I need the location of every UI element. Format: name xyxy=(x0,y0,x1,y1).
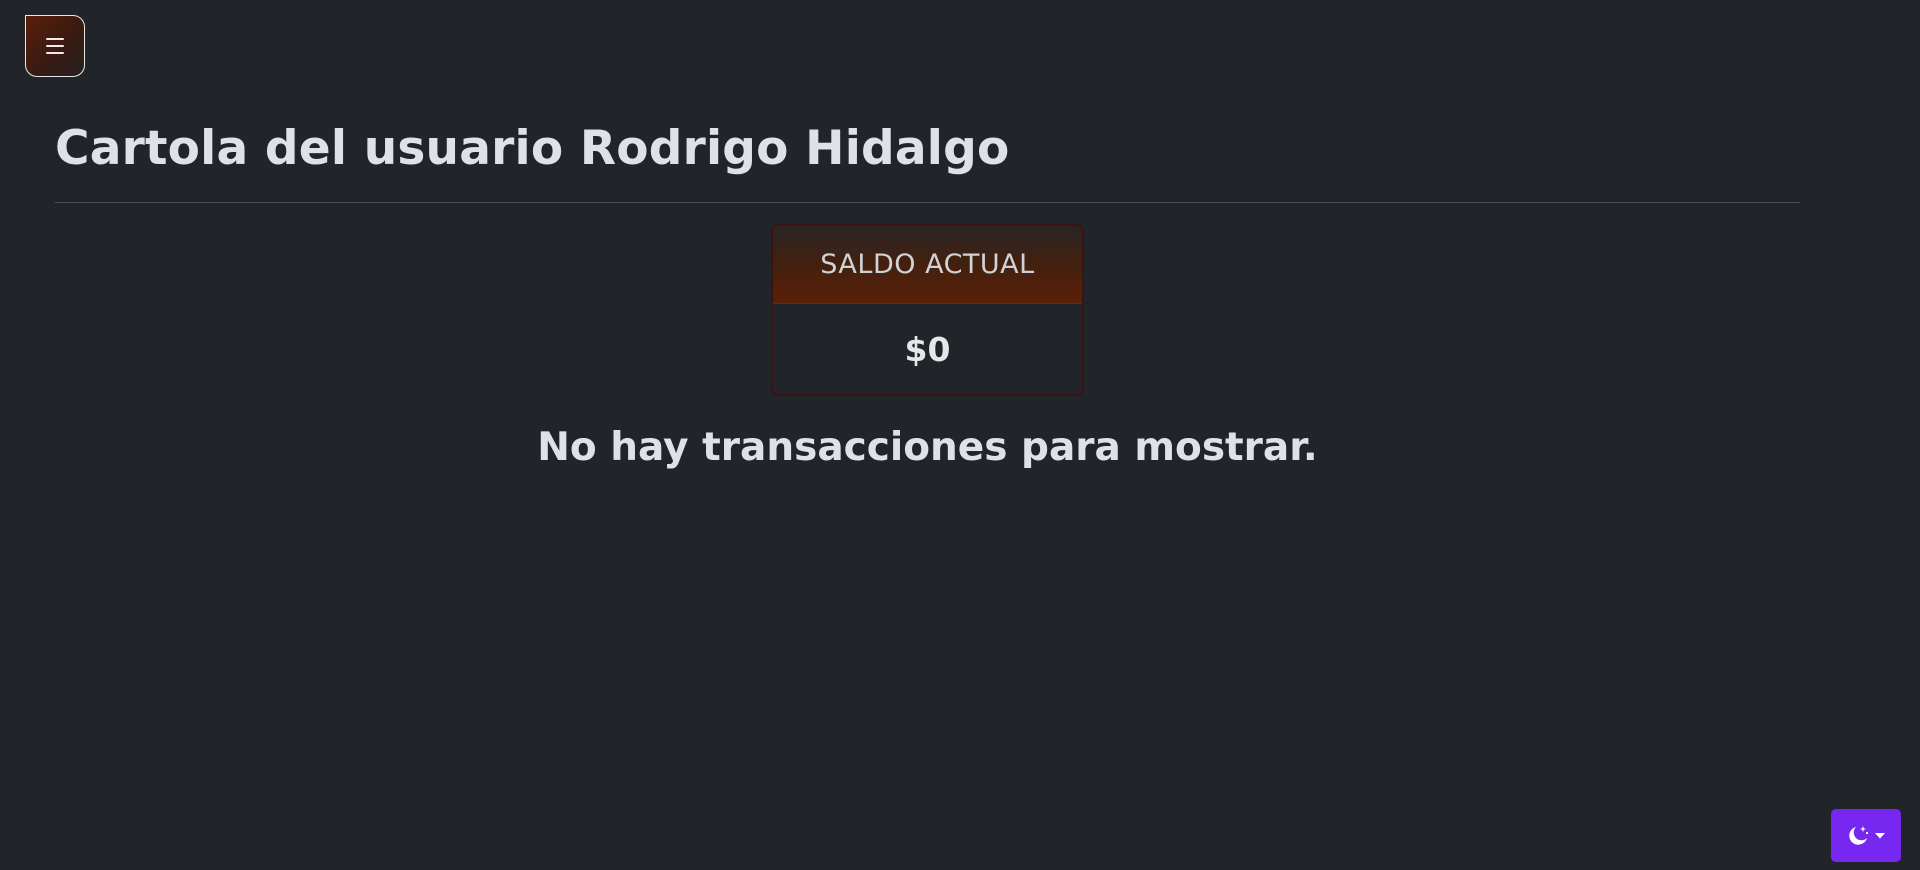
empty-transactions-message: No hay transacciones para mostrar. xyxy=(537,425,1318,470)
hamburger-icon xyxy=(46,38,64,54)
moon-stars-icon xyxy=(1846,824,1870,848)
caret-down-icon xyxy=(1874,832,1886,840)
title-divider xyxy=(55,202,1800,203)
menu-toggle-button[interactable] xyxy=(25,15,85,77)
balance-card: SALDO ACTUAL $0 xyxy=(771,224,1084,396)
balance-label: SALDO ACTUAL xyxy=(773,226,1082,304)
balance-value: $0 xyxy=(904,330,951,369)
page-title: Cartola del usuario Rodrigo Hidalgo xyxy=(55,121,1010,176)
theme-toggle-button[interactable] xyxy=(1831,809,1901,862)
